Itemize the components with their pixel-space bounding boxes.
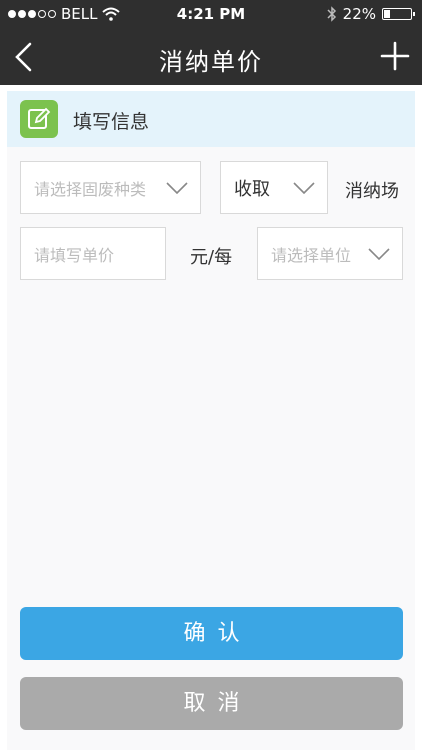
site-label: 消纳场 <box>345 181 399 202</box>
unit-select[interactable]: 请选择单位 <box>257 227 403 280</box>
bluetooth-icon <box>327 6 336 22</box>
chevron-down-icon <box>368 247 390 260</box>
waste-type-placeholder: 请选择固废种类 <box>34 179 147 199</box>
status-right: 22% <box>327 5 415 23</box>
direction-value: 收取 <box>234 178 270 200</box>
waste-type-select[interactable]: 请选择固废种类 <box>20 161 201 214</box>
cancel-button[interactable]: 取消 <box>20 677 403 730</box>
battery-icon <box>382 8 415 20</box>
status-bar: BELL 4:21 PM 22% <box>0 0 422 29</box>
page-title: 消纳单价 <box>159 48 263 76</box>
chevron-down-icon <box>293 181 315 194</box>
direction-select[interactable]: 收取 <box>220 161 328 214</box>
confirm-button[interactable]: 确认 <box>20 607 403 660</box>
add-plus-icon[interactable] <box>380 41 410 71</box>
navigation-bar: 消纳单价 <box>0 29 422 85</box>
unit-placeholder: 请选择单位 <box>271 245 352 265</box>
edit-icon <box>20 100 58 138</box>
chevron-down-icon <box>166 181 188 194</box>
unit-prefix-label: 元/每 <box>190 247 233 268</box>
battery-percent: 22% <box>342 5 376 23</box>
unit-price-input[interactable]: 请填写单价 <box>20 227 166 280</box>
section-header: 填写信息 <box>7 91 415 147</box>
unit-price-placeholder: 请填写单价 <box>34 245 115 265</box>
section-title: 填写信息 <box>73 111 150 133</box>
